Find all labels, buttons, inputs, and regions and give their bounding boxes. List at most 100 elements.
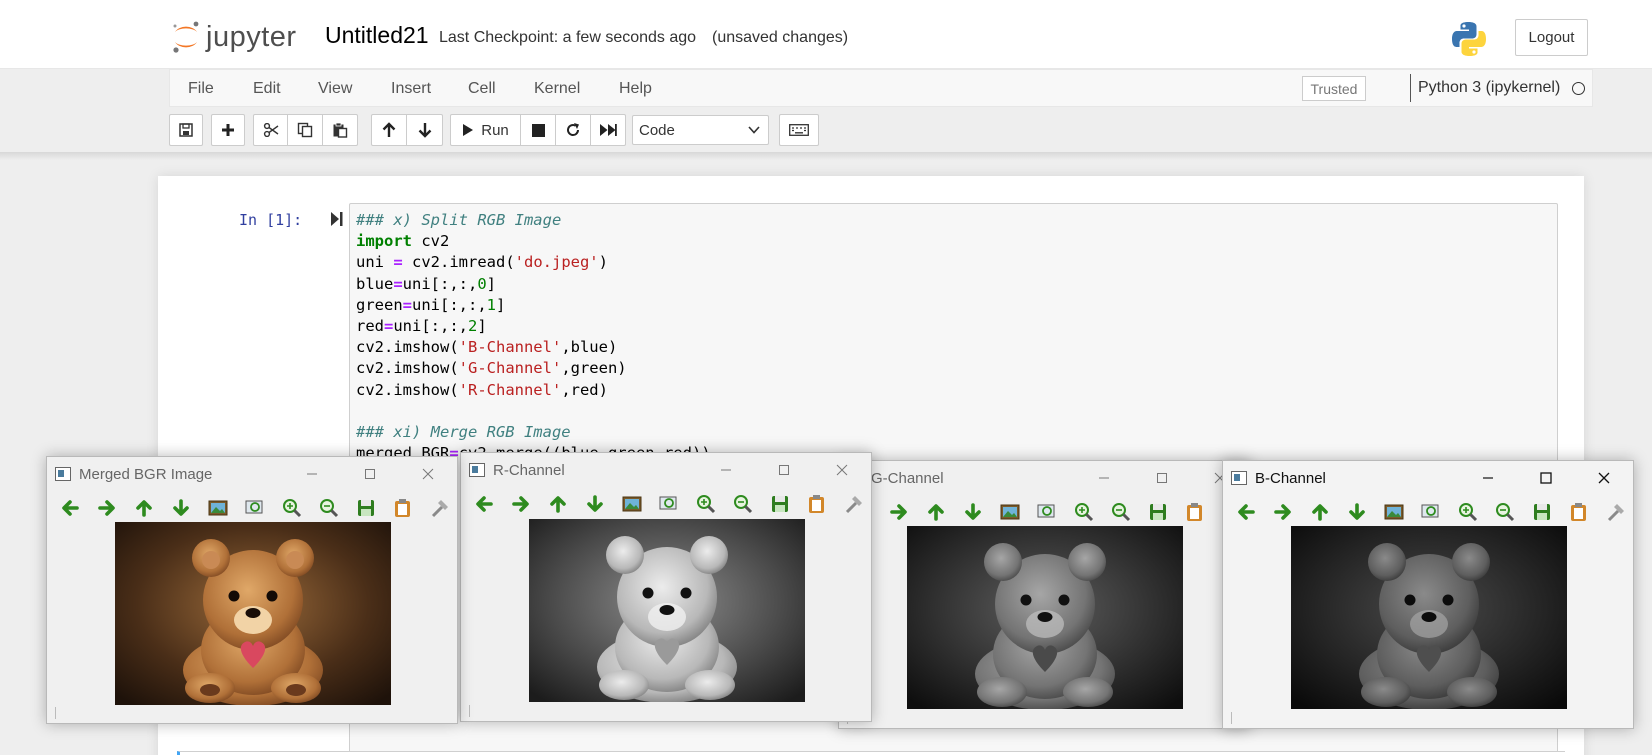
arrow-right-icon[interactable] bbox=[1270, 499, 1296, 525]
move-up-button[interactable] bbox=[371, 114, 407, 146]
code-line: uni = cv2.imread('do.jpeg') bbox=[356, 253, 608, 272]
save-button[interactable] bbox=[169, 114, 203, 146]
r-channel-window[interactable]: R-Channel bbox=[460, 452, 872, 722]
zoom-in-icon[interactable] bbox=[1455, 499, 1481, 525]
arrow-right-icon[interactable] bbox=[94, 495, 120, 521]
command-palette-button[interactable] bbox=[779, 114, 819, 146]
arrow-up-icon[interactable] bbox=[1307, 499, 1333, 525]
minimize-icon[interactable] bbox=[1092, 467, 1116, 489]
jupyter-logo[interactable]: jupyter bbox=[172, 18, 297, 56]
zoom-in-icon[interactable] bbox=[279, 495, 305, 521]
kernel-name[interactable]: Python 3 (ipykernel) bbox=[1418, 79, 1560, 97]
zoom-out-icon[interactable] bbox=[730, 491, 756, 517]
window-titlebar[interactable]: Merged BGR Image bbox=[47, 457, 457, 491]
arrow-left-icon[interactable] bbox=[57, 495, 83, 521]
maximize-icon[interactable] bbox=[1150, 467, 1174, 489]
restart-run-all-button[interactable] bbox=[590, 114, 626, 146]
image-icon[interactable] bbox=[205, 495, 231, 521]
save-icon[interactable] bbox=[1529, 499, 1555, 525]
restart-button[interactable] bbox=[555, 114, 591, 146]
save-icon[interactable] bbox=[353, 495, 379, 521]
g-channel-window[interactable]: G-Channel bbox=[838, 460, 1250, 729]
arrow-up-icon[interactable] bbox=[923, 499, 949, 525]
fast-forward-icon bbox=[600, 124, 617, 136]
run-cell-indicator-icon[interactable] bbox=[330, 211, 344, 227]
copy-button[interactable] bbox=[287, 114, 323, 146]
chevron-down-icon bbox=[748, 126, 760, 134]
status-bar-separator bbox=[1231, 712, 1232, 724]
properties-icon[interactable] bbox=[427, 495, 453, 521]
menubar: File Edit View Insert Cell Kernel Help T… bbox=[169, 69, 1593, 107]
code-content[interactable]: ### x) Split RGB Image import cv2 uni = … bbox=[356, 210, 711, 464]
arrow-down-icon[interactable] bbox=[168, 495, 194, 521]
arrow-right-icon[interactable] bbox=[886, 499, 912, 525]
save-icon[interactable] bbox=[1145, 499, 1171, 525]
save-icon bbox=[179, 123, 193, 137]
maximize-icon[interactable] bbox=[772, 459, 796, 481]
zoom-fit-icon[interactable] bbox=[1418, 499, 1444, 525]
maximize-icon[interactable] bbox=[358, 463, 382, 485]
paste-button[interactable] bbox=[322, 114, 358, 146]
zoom-in-icon[interactable] bbox=[693, 491, 719, 517]
copy-icon[interactable] bbox=[804, 491, 830, 517]
properties-icon[interactable] bbox=[841, 491, 867, 517]
menu-edit[interactable]: Edit bbox=[253, 80, 281, 98]
menu-cell[interactable]: Cell bbox=[468, 80, 496, 98]
arrow-down-icon[interactable] bbox=[1344, 499, 1370, 525]
window-titlebar[interactable]: G-Channel bbox=[839, 461, 1249, 495]
b-channel-window[interactable]: B-Channel bbox=[1222, 460, 1634, 729]
arrow-up-icon[interactable] bbox=[545, 491, 571, 517]
menu-insert[interactable]: Insert bbox=[391, 80, 431, 98]
window-toolbar bbox=[1223, 499, 1633, 525]
menu-help[interactable]: Help bbox=[619, 80, 652, 98]
arrow-right-icon[interactable] bbox=[508, 491, 534, 517]
maximize-icon[interactable] bbox=[1534, 467, 1558, 489]
window-toolbar bbox=[47, 495, 457, 521]
code-line: cv2.imshow('R-Channel',red) bbox=[356, 380, 608, 399]
menu-file[interactable]: File bbox=[188, 80, 214, 98]
zoom-fit-icon[interactable] bbox=[656, 491, 682, 517]
code-line: cv2.imshow('B-Channel',blue) bbox=[356, 338, 618, 357]
arrow-left-icon[interactable] bbox=[1233, 499, 1259, 525]
copy-icon[interactable] bbox=[390, 495, 416, 521]
run-button[interactable]: Run bbox=[450, 114, 521, 146]
zoom-fit-icon[interactable] bbox=[242, 495, 268, 521]
notebook-title[interactable]: Untitled21 bbox=[325, 22, 429, 49]
zoom-fit-icon[interactable] bbox=[1034, 499, 1060, 525]
window-titlebar[interactable]: R-Channel bbox=[461, 453, 871, 487]
image-icon[interactable] bbox=[997, 499, 1023, 525]
window-titlebar[interactable]: B-Channel bbox=[1223, 461, 1633, 495]
close-icon[interactable] bbox=[416, 463, 440, 485]
save-icon[interactable] bbox=[767, 491, 793, 517]
window-title: B-Channel bbox=[1255, 470, 1326, 487]
merged-bgr-window[interactable]: Merged BGR Image bbox=[46, 456, 458, 724]
close-icon[interactable] bbox=[830, 459, 854, 481]
close-icon[interactable] bbox=[1592, 467, 1616, 489]
trusted-indicator[interactable]: Trusted bbox=[1302, 76, 1366, 101]
menu-view[interactable]: View bbox=[318, 80, 352, 98]
insert-cell-button[interactable] bbox=[211, 114, 245, 146]
cut-button[interactable] bbox=[253, 114, 288, 146]
cell-type-select[interactable]: Code bbox=[632, 115, 769, 145]
interrupt-button[interactable] bbox=[520, 114, 556, 146]
minimize-icon[interactable] bbox=[300, 463, 324, 485]
zoom-in-icon[interactable] bbox=[1071, 499, 1097, 525]
menu-kernel[interactable]: Kernel bbox=[534, 80, 580, 98]
arrow-left-icon[interactable] bbox=[471, 491, 497, 517]
copy-icon[interactable] bbox=[1566, 499, 1592, 525]
arrow-down-icon[interactable] bbox=[960, 499, 986, 525]
zoom-out-icon[interactable] bbox=[316, 495, 342, 521]
arrow-up-icon[interactable] bbox=[131, 495, 157, 521]
minimize-icon[interactable] bbox=[714, 459, 738, 481]
next-cell[interactable] bbox=[177, 751, 1565, 755]
image-icon[interactable] bbox=[1381, 499, 1407, 525]
properties-icon[interactable] bbox=[1603, 499, 1629, 525]
zoom-out-icon[interactable] bbox=[1492, 499, 1518, 525]
arrow-down-icon[interactable] bbox=[582, 491, 608, 517]
move-down-button[interactable] bbox=[406, 114, 443, 146]
logout-button[interactable]: Logout bbox=[1515, 19, 1588, 56]
image-icon[interactable] bbox=[619, 491, 645, 517]
zoom-out-icon[interactable] bbox=[1108, 499, 1134, 525]
copy-icon[interactable] bbox=[1182, 499, 1208, 525]
minimize-icon[interactable] bbox=[1476, 467, 1500, 489]
